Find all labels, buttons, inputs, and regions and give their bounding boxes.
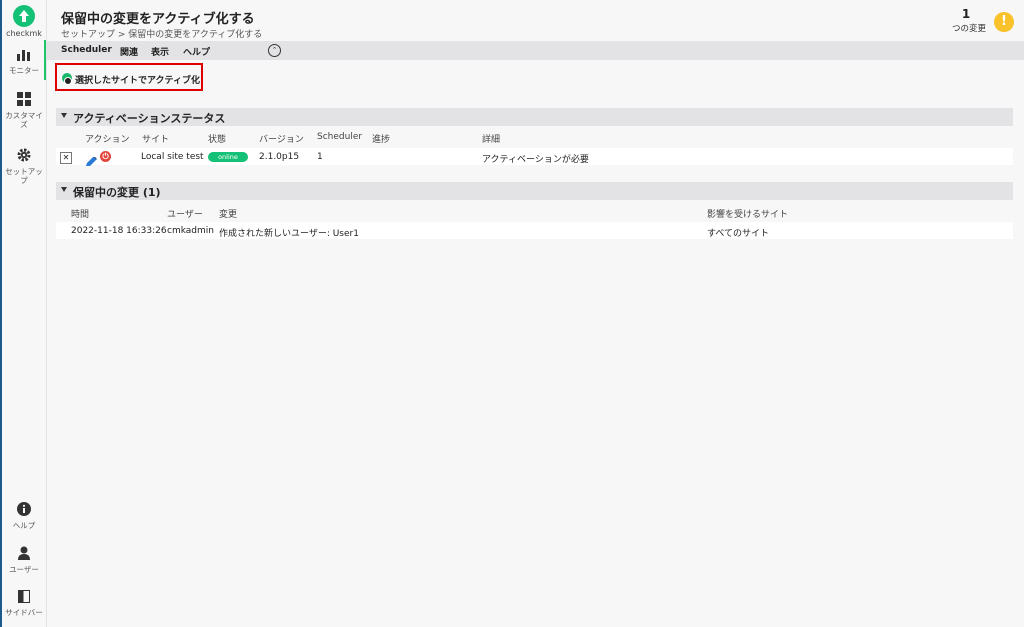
column-header-scheduler[interactable]: Scheduler bbox=[317, 132, 362, 142]
column-header-affected-sites[interactable]: 影響を受けるサイト bbox=[707, 207, 788, 220]
checkmk-logo-icon[interactable] bbox=[13, 5, 35, 27]
sidebar-item-label: セットアップ bbox=[5, 167, 43, 185]
site-name[interactable]: Local site test bbox=[141, 152, 204, 162]
site-details: アクティベーションが必要 bbox=[482, 155, 589, 165]
column-header-version[interactable]: バージョン bbox=[259, 132, 304, 145]
menubar: Scheduler 関連 表示 ヘルプ ⌃ bbox=[47, 41, 1024, 60]
pending-changes-header[interactable]: 保留中の変更 (1) bbox=[56, 182, 1013, 200]
pending-changes-label[interactable]: つの変更 bbox=[952, 22, 986, 34]
sidebar-item-customize[interactable]: カスタマイズ bbox=[2, 92, 46, 129]
grid-icon bbox=[2, 92, 46, 108]
sidebar-item-sidebar[interactable]: サイドバー bbox=[2, 590, 46, 617]
activation-status-header[interactable]: アクティベーションステータス bbox=[56, 108, 1013, 126]
sidebar-item-help[interactable]: ヘルプ bbox=[2, 502, 46, 530]
column-header-action: アクション bbox=[85, 135, 130, 145]
sidebar-item-label: カスタマイズ bbox=[5, 111, 43, 129]
sidebar-item-label: モニター bbox=[9, 66, 39, 75]
column-header-time[interactable]: 時間 bbox=[71, 207, 89, 220]
logo-text: checkmk bbox=[6, 29, 42, 38]
sidebar-item-monitor[interactable]: モニター bbox=[2, 48, 46, 75]
menu-help[interactable]: ヘルプ bbox=[183, 45, 210, 58]
site-checkbox[interactable]: ✕ bbox=[60, 152, 72, 164]
bar-chart-icon bbox=[2, 48, 46, 63]
status-badge: online bbox=[208, 152, 248, 162]
menu-display[interactable]: 表示 bbox=[151, 45, 169, 58]
change-time: 2022-11-18 16:33:26 bbox=[71, 226, 167, 236]
sidebar-item-user[interactable]: ユーザー bbox=[2, 546, 46, 574]
sidebar-item-label: ヘルプ bbox=[12, 521, 36, 530]
sidebar-item-label: サイドバー bbox=[5, 608, 43, 617]
sidebar-icon bbox=[2, 590, 46, 605]
warning-icon[interactable]: ! bbox=[994, 12, 1014, 32]
sidebar-item-setup[interactable]: セットアップ bbox=[2, 148, 46, 185]
page-title: 保留中の変更をアクティブ化する bbox=[61, 12, 255, 27]
change-affected-sites: すべてのサイト bbox=[707, 229, 770, 239]
column-header-details[interactable]: 詳細 bbox=[482, 132, 500, 145]
user-icon bbox=[2, 546, 46, 562]
change-user: cmkadmin bbox=[167, 226, 214, 236]
site-version: 2.1.0p15 bbox=[259, 152, 300, 162]
sidebar: checkmk モニター カスタマイズ セットアップ ヘルプ ユーザー サイドバ… bbox=[2, 0, 47, 627]
section-title: アクティベーションステータス bbox=[73, 112, 226, 125]
section-title: 保留中の変更 (1) bbox=[73, 186, 161, 199]
column-header-change[interactable]: 変更 bbox=[219, 207, 237, 220]
collapse-menu-icon[interactable]: ⌃ bbox=[268, 44, 281, 57]
column-header-site[interactable]: サイト bbox=[142, 132, 169, 145]
power-reset-icon[interactable]: ⏻ bbox=[100, 151, 111, 162]
collapse-triangle-icon[interactable] bbox=[61, 187, 67, 192]
edit-pencil-icon[interactable] bbox=[85, 152, 99, 166]
info-icon bbox=[2, 502, 46, 518]
activate-selected-button[interactable]: 選択したサイトでアクティブ化 bbox=[75, 73, 200, 86]
menu-scheduler[interactable]: Scheduler bbox=[61, 45, 112, 55]
collapse-triangle-icon[interactable] bbox=[61, 113, 67, 118]
menu-related[interactable]: 関連 bbox=[120, 45, 138, 58]
mouse-cursor-icon bbox=[64, 77, 72, 85]
sidebar-item-label: ユーザー bbox=[9, 565, 39, 574]
pending-changes-count[interactable]: 1 bbox=[955, 7, 977, 21]
site-scheduler: 1 bbox=[317, 152, 323, 162]
column-header-progress[interactable]: 進捗 bbox=[372, 132, 390, 145]
column-header-user[interactable]: ユーザー bbox=[167, 207, 203, 220]
gear-icon bbox=[2, 148, 46, 164]
column-header-status[interactable]: 状態 bbox=[208, 132, 226, 145]
breadcrumb[interactable]: セットアップ > 保留中の変更をアクティブ化する bbox=[61, 27, 262, 40]
change-text: 作成された新しいユーザー: User1 bbox=[219, 229, 359, 239]
